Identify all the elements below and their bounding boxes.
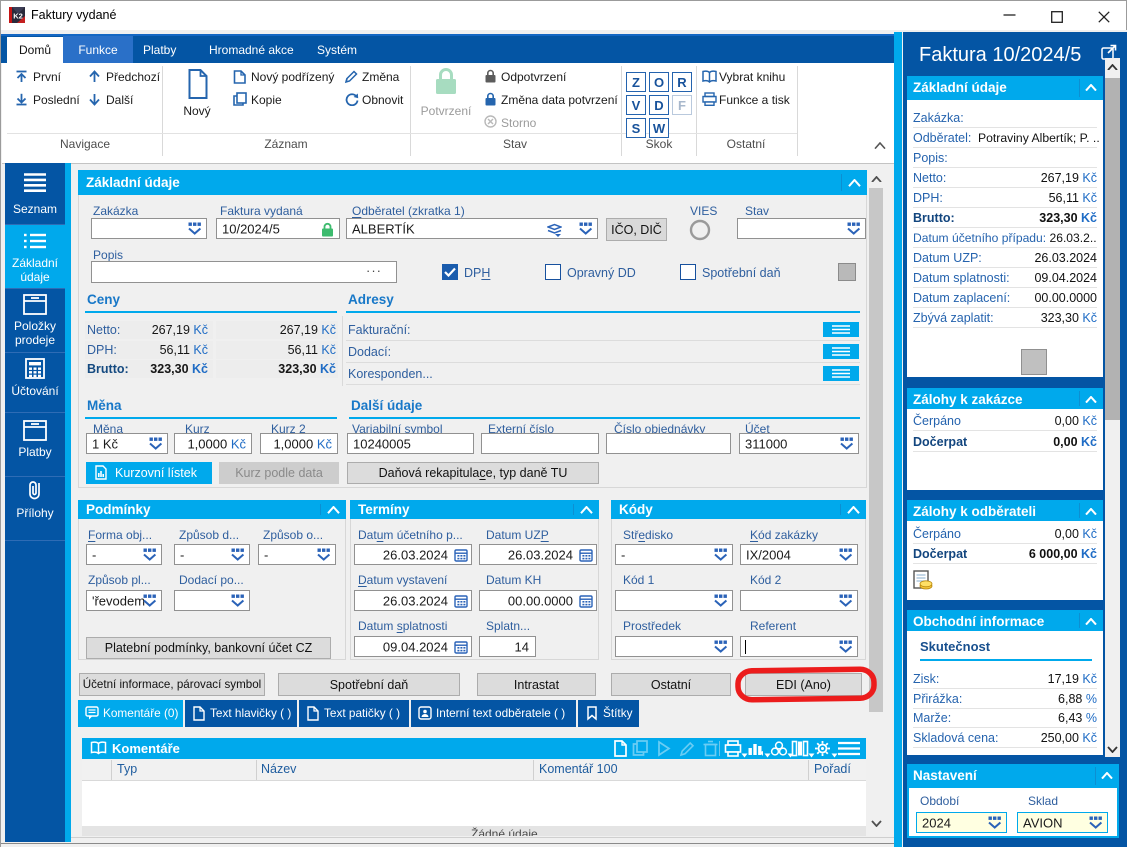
svg-text:K2: K2 xyxy=(13,12,23,21)
